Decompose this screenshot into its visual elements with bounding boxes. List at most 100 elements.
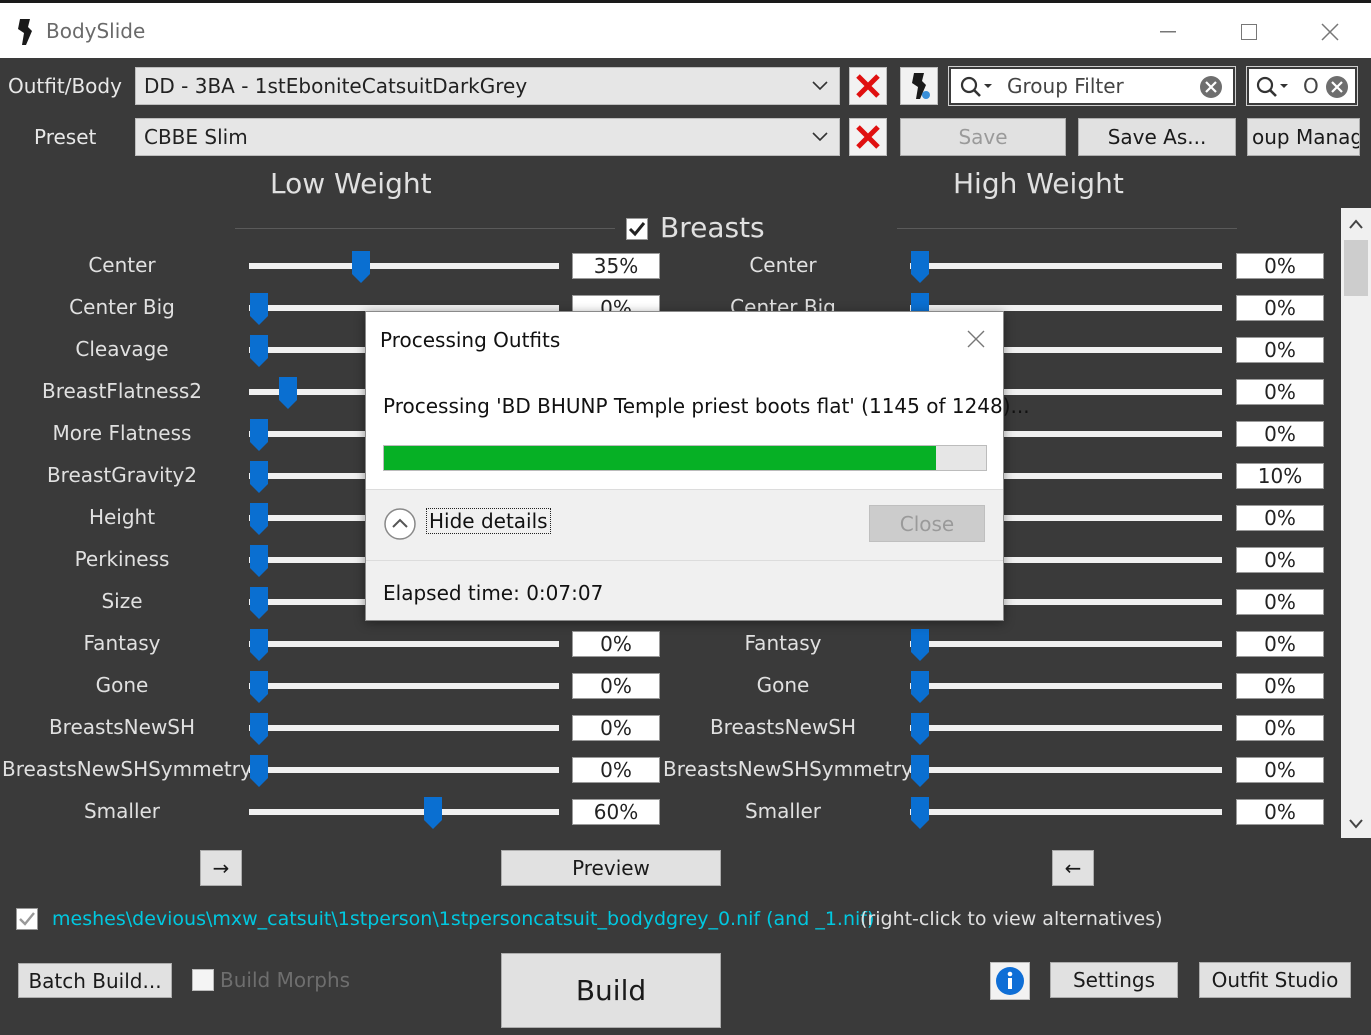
slider-thumb-low[interactable] — [249, 628, 269, 662]
slider-value-high[interactable]: 0% — [1236, 799, 1324, 825]
slider-value-high[interactable]: 0% — [1236, 631, 1324, 657]
slider-track-high[interactable] — [910, 767, 1222, 773]
slider-value-high[interactable]: 0% — [1236, 589, 1324, 615]
slider-value-low[interactable]: 35% — [572, 253, 660, 279]
slider-track-high[interactable] — [910, 725, 1222, 731]
preview-button[interactable]: Preview — [501, 850, 721, 886]
dialog-close-button[interactable]: Close — [869, 505, 985, 542]
copy-to-high-button[interactable]: → — [200, 850, 242, 886]
slider-thumb-low[interactable] — [249, 292, 269, 326]
save-button[interactable]: Save — [900, 118, 1066, 156]
slider-track-low[interactable] — [249, 641, 559, 647]
build-morphs-checkbox[interactable] — [192, 969, 214, 991]
build-button[interactable]: Build — [501, 953, 721, 1028]
slider-value-low[interactable]: 0% — [572, 757, 660, 783]
outfit-value: DD - 3BA - 1stEboniteCatsuitDarkGrey — [144, 74, 528, 98]
slider-value-low[interactable]: 0% — [572, 715, 660, 741]
slider-thumb-high[interactable] — [910, 670, 930, 704]
scroll-down-icon[interactable] — [1348, 818, 1364, 830]
slider-thumb-high[interactable] — [910, 754, 930, 788]
slider-thumb-high[interactable] — [910, 796, 930, 830]
slider-label-low: Center — [88, 253, 156, 277]
slider-thumb-low[interactable] — [249, 712, 269, 746]
breasts-category-checkbox[interactable] — [626, 218, 648, 240]
slider-thumb-low[interactable] — [249, 334, 269, 368]
search-icon — [1256, 76, 1288, 97]
slider-value-high[interactable]: 0% — [1236, 505, 1324, 531]
group-manager-button[interactable]: oup Manag — [1247, 118, 1360, 156]
slider-scrollbar[interactable] — [1341, 208, 1371, 838]
slider-value-low[interactable]: 0% — [572, 631, 660, 657]
slider-track-low[interactable] — [249, 683, 559, 689]
hide-details-link[interactable]: Hide details — [426, 508, 551, 534]
outfit-filter-value: O — [1303, 74, 1319, 98]
group-filter-input[interactable]: Group Filter — [948, 66, 1236, 106]
maximize-button[interactable] — [1229, 13, 1269, 51]
slider-label-high: Center — [749, 253, 817, 277]
slider-value-high[interactable]: 0% — [1236, 547, 1324, 573]
outfit-select[interactable]: DD - 3BA - 1stEboniteCatsuitDarkGrey — [135, 67, 840, 105]
slider-thumb-low[interactable] — [249, 544, 269, 578]
slider-thumb-low[interactable] — [278, 376, 298, 410]
slider-thumb-low[interactable] — [249, 670, 269, 704]
slider-value-high[interactable]: 0% — [1236, 253, 1324, 279]
batch-build-button[interactable]: Batch Build... — [18, 963, 172, 998]
slider-track-high[interactable] — [910, 263, 1222, 269]
slider-value-high[interactable]: 0% — [1236, 673, 1324, 699]
slider-label-low: Center Big — [69, 295, 175, 319]
slider-thumb-low[interactable] — [249, 418, 269, 452]
slider-value-high[interactable]: 10% — [1236, 463, 1324, 489]
slider-value-high[interactable]: 0% — [1236, 421, 1324, 447]
slider-track-high[interactable] — [910, 683, 1222, 689]
clear-preset-button[interactable] — [849, 118, 887, 156]
outfit-filter-input[interactable]: O — [1246, 66, 1358, 106]
clear-circle-icon[interactable] — [1325, 75, 1349, 99]
outfit-studio-button[interactable]: Outfit Studio — [1199, 962, 1351, 998]
slider-track-low[interactable] — [249, 809, 559, 815]
slider-label-high: BreastsNewSHSymmetry — [663, 757, 913, 781]
output-path-checkbox[interactable] — [16, 908, 38, 930]
slider-track-low[interactable] — [249, 725, 559, 731]
slider-thumb-low[interactable] — [249, 460, 269, 494]
minimize-button[interactable] — [1148, 13, 1188, 51]
info-button[interactable] — [990, 962, 1030, 1000]
settings-button[interactable]: Settings — [1050, 962, 1178, 998]
outfit-tool-button[interactable] — [900, 67, 938, 105]
slider-thumb-low[interactable] — [249, 586, 269, 620]
scroll-up-icon[interactable] — [1348, 218, 1364, 230]
slider-value-high[interactable]: 0% — [1236, 757, 1324, 783]
slider-thumb-low[interactable] — [249, 754, 269, 788]
slider-value-high[interactable]: 0% — [1236, 379, 1324, 405]
scrollbar-thumb[interactable] — [1344, 240, 1368, 296]
slider-track-high[interactable] — [910, 809, 1222, 815]
checkmark-icon — [19, 912, 35, 926]
chevron-up-circle-icon[interactable] — [383, 507, 417, 541]
slider-value-high[interactable]: 0% — [1236, 337, 1324, 363]
slider-label-low: Gone — [95, 673, 149, 697]
close-window-button[interactable] — [1310, 13, 1350, 51]
slider-thumb-high[interactable] — [910, 628, 930, 662]
slider-thumb-low[interactable] — [423, 796, 443, 830]
save-as-button[interactable]: Save As... — [1078, 118, 1236, 156]
slider-value-high[interactable]: 0% — [1236, 715, 1324, 741]
slider-thumb-high[interactable] — [910, 712, 930, 746]
slider-thumb-low[interactable] — [249, 502, 269, 536]
slider-label-high: BreastsNewSH — [709, 715, 857, 739]
slider-value-high[interactable]: 0% — [1236, 295, 1324, 321]
slider-thumb-low[interactable] — [351, 250, 371, 284]
output-path[interactable]: meshes\devious\mxw_catsuit\1stperson\1st… — [52, 908, 874, 930]
progress-fill — [384, 446, 937, 470]
slider-value-low[interactable]: 0% — [572, 673, 660, 699]
dialog-details-area: Hide details Close — [366, 489, 1003, 561]
preset-select[interactable]: CBBE Slim — [135, 118, 840, 156]
copy-to-low-button[interactable]: ← — [1052, 850, 1094, 886]
slider-label-low: BreastsNewSHSymmetry — [2, 757, 252, 781]
slider-thumb-high[interactable] — [910, 250, 930, 284]
slider-track-low[interactable] — [249, 767, 559, 773]
slider-track-low[interactable] — [249, 263, 559, 269]
close-icon[interactable] — [967, 330, 985, 348]
slider-track-high[interactable] — [910, 641, 1222, 647]
clear-outfit-button[interactable] — [849, 67, 887, 105]
clear-circle-icon[interactable] — [1199, 75, 1223, 99]
slider-value-low[interactable]: 60% — [572, 799, 660, 825]
